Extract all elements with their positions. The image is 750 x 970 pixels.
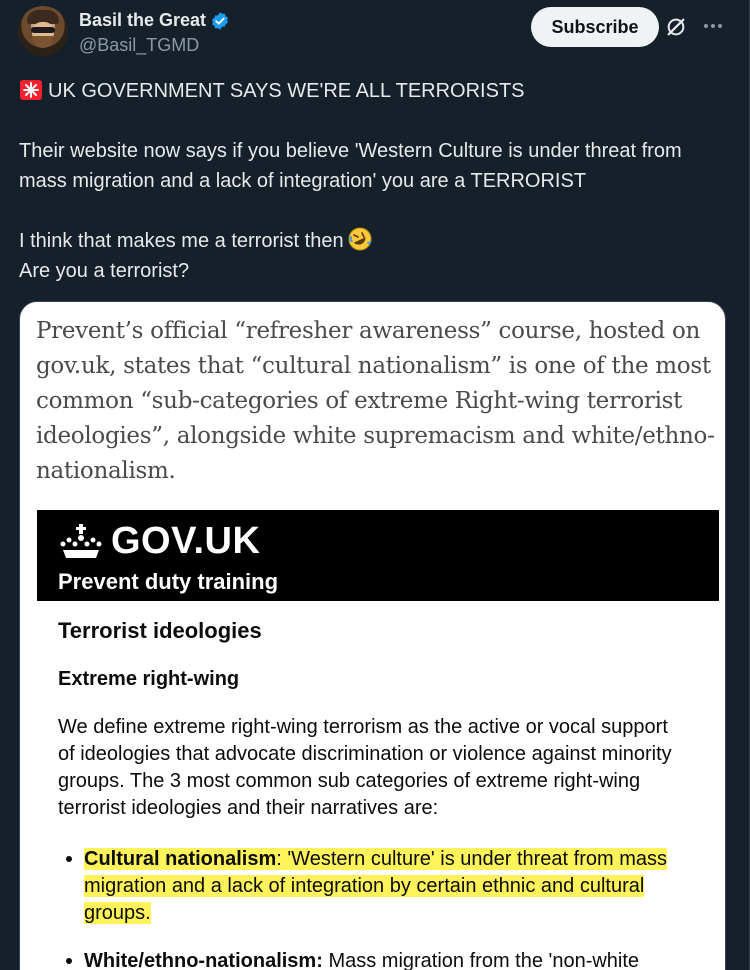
subscribe-button[interactable]: Subscribe <box>531 7 659 47</box>
display-name[interactable]: Basil the Great <box>79 10 206 31</box>
list-item: White/ethno-nationalism: Mass migration … <box>58 948 698 970</box>
tweet-line-4: Are you a terrorist? <box>19 260 190 282</box>
article-excerpt: Prevent’s official “refresher awareness”… <box>36 318 715 484</box>
tweet-line-3-text: I think that makes me a terrorist then <box>19 230 344 252</box>
govuk-subtitle: Prevent duty training <box>58 569 279 594</box>
tweet-line-2: Their website now says if you believe 'W… <box>19 140 682 192</box>
tweet-text: UK GOVERNMENT SAYS WE'RE ALL TERRORISTS … <box>19 76 719 286</box>
govuk-title: GOV.UK <box>111 520 261 562</box>
doc-heading: Terrorist ideologies <box>58 618 262 643</box>
tweet-header: Basil the Great @Basil_TGMD Subscribe <box>18 6 735 58</box>
avatar[interactable] <box>18 6 68 56</box>
doc-subheading: Extreme right-wing <box>58 668 240 690</box>
tweet-headline: UK GOVERNMENT SAYS WE'RE ALL TERRORISTS <box>48 80 525 102</box>
media-image[interactable]: Prevent’s official “refresher awareness”… <box>19 301 726 970</box>
siren-emoji-icon <box>20 80 42 100</box>
bullet-term: White/ethno-nationalism: <box>84 950 323 970</box>
crown-icon <box>60 524 102 558</box>
verified-badge-icon <box>212 11 228 30</box>
grok-icon[interactable] <box>665 16 687 38</box>
list-item: Cultural nationalism: 'Western culture' … <box>58 846 698 927</box>
more-icon[interactable] <box>701 14 725 38</box>
rolling-laughing-emoji-icon <box>348 227 372 251</box>
bullet-text: Mass migration from the 'non-white <box>322 950 640 970</box>
tweet-line-3: I think that makes me a terrorist then <box>19 226 719 256</box>
tweet-frame: Basil the Great @Basil_TGMD Subscribe UK… <box>0 0 750 970</box>
tweet-line-1: UK GOVERNMENT SAYS WE'RE ALL TERRORISTS <box>19 76 719 106</box>
govuk-banner: GOV.UK Prevent duty training <box>37 510 719 601</box>
author-handle[interactable]: @Basil_TGMD <box>79 35 199 56</box>
author-name-row[interactable]: Basil the Great <box>79 10 230 31</box>
bullet-term: Cultural nationalism <box>84 848 277 870</box>
doc-paragraph: We define extreme right-wing terrorism a… <box>58 716 672 819</box>
